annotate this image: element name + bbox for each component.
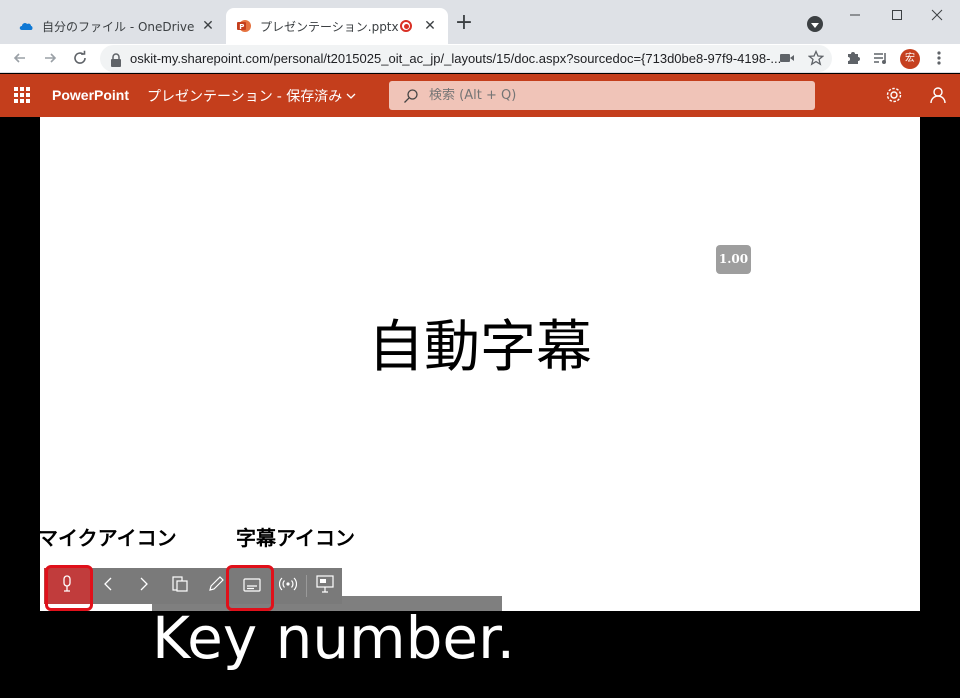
address-bar[interactable]: oskit-my.sharepoint.com/personal/t201502…	[100, 45, 832, 72]
live-presentation-button[interactable]	[270, 568, 306, 604]
new-tab-button[interactable]: +	[452, 12, 476, 36]
powerpoint-icon: P	[236, 18, 252, 34]
tab-search-icon[interactable]	[807, 16, 823, 32]
slides-icon	[171, 575, 189, 597]
tab-presentation[interactable]: P プレゼンテーション.pptx ✕	[226, 8, 448, 44]
app-name[interactable]: PowerPoint	[52, 87, 129, 103]
close-tab-icon[interactable]: ✕	[422, 18, 438, 34]
mic-icon-annotation: マイクアイコン	[38, 526, 177, 550]
powerpoint-header: PowerPoint プレゼンテーション - 保存済み	[0, 74, 960, 117]
tab-onedrive[interactable]: 自分のファイル - OneDrive ✕	[8, 8, 226, 44]
previous-slide-button[interactable]	[90, 568, 126, 604]
screen: 自分のファイル - OneDrive ✕ P プレゼンテーション.pptx ✕ …	[0, 0, 960, 698]
previous-icon	[103, 576, 113, 596]
bookmark-star-icon[interactable]	[805, 47, 827, 69]
settings-gear-icon[interactable]	[884, 85, 904, 105]
reload-icon[interactable]	[68, 46, 92, 70]
browser-tab-strip: 自分のファイル - OneDrive ✕ P プレゼンテーション.pptx ✕ …	[0, 0, 960, 44]
tab-title: 自分のファイル - OneDrive	[42, 19, 195, 34]
camera-icon[interactable]	[776, 47, 798, 69]
app-launcher-icon[interactable]	[14, 87, 30, 103]
extensions-icon[interactable]	[842, 47, 864, 69]
playback-speed-badge: 1.00	[716, 245, 751, 274]
next-slide-button[interactable]	[126, 568, 162, 604]
recording-icon	[400, 20, 412, 32]
slide-title: 自動字幕	[368, 315, 592, 380]
next-icon	[139, 576, 149, 596]
tab-title: プレゼンテーション.pptx	[260, 19, 399, 34]
search-input[interactable]	[429, 88, 789, 103]
see-all-slides-button[interactable]	[162, 568, 198, 604]
mic-highlight-box	[45, 565, 93, 611]
close-tab-icon[interactable]: ✕	[200, 18, 216, 34]
search-icon	[403, 88, 419, 104]
search-box[interactable]	[389, 81, 815, 110]
save-status: - 保存済み	[276, 89, 343, 105]
presenter-view-icon	[316, 575, 334, 597]
pen-icon	[207, 575, 225, 597]
subtitle-icon-annotation: 字幕アイコン	[236, 526, 355, 550]
onedrive-icon	[18, 18, 34, 34]
forward-icon[interactable]	[38, 46, 62, 70]
media-control-icon[interactable]	[870, 47, 892, 69]
live-caption: Key number.	[152, 604, 516, 672]
account-icon[interactable]	[928, 85, 948, 105]
url-text: oskit-my.sharepoint.com/personal/t201502…	[130, 51, 782, 66]
profile-avatar[interactable]: 宏	[900, 49, 920, 69]
close-window-button[interactable]	[914, 0, 960, 30]
document-title[interactable]: プレゼンテーション - 保存済み	[147, 86, 356, 106]
presenter-view-button[interactable]	[307, 568, 343, 604]
back-icon[interactable]	[8, 46, 32, 70]
minimize-button[interactable]	[832, 0, 878, 30]
chevron-down-icon	[346, 91, 356, 102]
live-broadcast-icon	[278, 575, 298, 597]
more-menu-icon[interactable]	[928, 47, 950, 69]
document-name: プレゼンテーション	[147, 89, 273, 105]
svg-text:P: P	[239, 23, 244, 31]
browser-toolbar: oskit-my.sharepoint.com/personal/t201502…	[0, 44, 960, 73]
lock-icon	[110, 52, 122, 67]
